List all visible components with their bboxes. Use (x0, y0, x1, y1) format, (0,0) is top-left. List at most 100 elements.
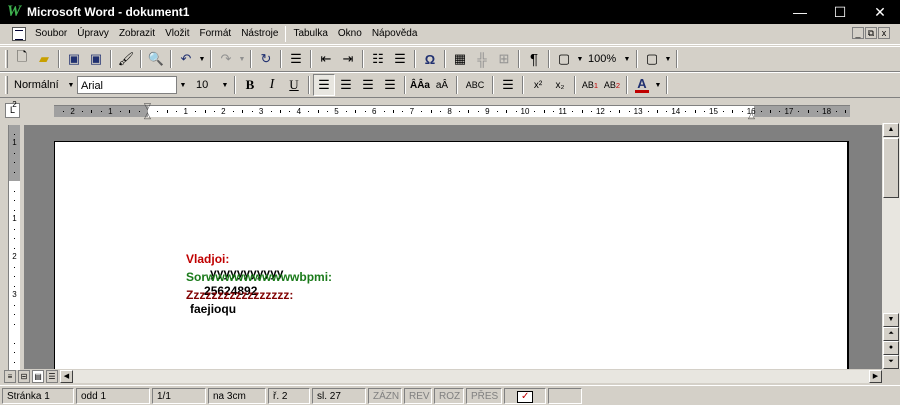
print-layout-icon[interactable]: ▤ (32, 370, 44, 383)
scroll-up-icon[interactable]: ▲ (883, 123, 899, 137)
menu-format[interactable]: Formát (195, 25, 237, 43)
align-center-icon[interactable]: ☰ (335, 74, 357, 96)
shrink-font-icon[interactable]: AB 2 (601, 74, 623, 96)
ruler-tick (100, 111, 102, 112)
menu-tabulka[interactable]: Tabulka (288, 25, 332, 43)
scroll-thumb[interactable] (883, 138, 899, 198)
superscript-icon[interactable]: x² (527, 74, 549, 96)
vertical-scrollbar[interactable]: ▲ ▼ ⏶ ● ⏷ (882, 123, 900, 369)
redo-icon[interactable]: ↷ (215, 48, 237, 70)
redo-dropdown-icon[interactable]: ▼ (237, 56, 247, 63)
insert-symbol-icon[interactable]: Ω (419, 48, 441, 70)
outline-view-icon[interactable]: ☰ (46, 370, 58, 383)
font-value[interactable]: Arial (77, 76, 177, 94)
font-color-icon[interactable]: A (631, 74, 653, 96)
justify-block-icon[interactable]: ☰ (285, 48, 307, 70)
undo-dropdown-icon[interactable]: ▼ (197, 56, 207, 63)
style-dropdown-icon[interactable]: ▼ (65, 82, 77, 89)
italic-button[interactable]: I (261, 74, 283, 96)
document-area[interactable]: Vladjoi: yyyyyyyyyyy Sorwwwwwwwwwwbpmi: … (24, 125, 882, 369)
scroll-down-icon[interactable]: ▼ (883, 313, 899, 327)
scroll-left-icon[interactable]: ◀ (60, 370, 73, 383)
horizontal-ruler[interactable]: 2 1 1 2 3 4 5 6 7 8 9 10 11 12 13 14 15 16 17 18 (54, 105, 850, 117)
table-borders-icon[interactable]: ▢ (641, 48, 663, 70)
menu-upravy[interactable]: Úpravy (72, 25, 114, 43)
bold-button[interactable]: B (239, 74, 261, 96)
menu-nastroje[interactable]: Nástroje (236, 25, 283, 43)
toolbar-grip[interactable] (5, 50, 8, 68)
save-as-icon[interactable]: ▣ (85, 48, 107, 70)
size-select[interactable]: 10 ▼ (193, 76, 231, 94)
zoom-dropdown-icon[interactable]: ▼ (621, 56, 633, 63)
align-left-icon[interactable]: ☰ (313, 74, 335, 96)
all-caps-icon[interactable]: ABC (461, 74, 489, 96)
right-indent-marker[interactable]: △ (748, 111, 755, 120)
grow-font-icon[interactable]: AB 1 (579, 74, 601, 96)
text-line-3[interactable]: Zzzzzzzzzzzzzzzzz: faejioqu (166, 274, 293, 330)
merge-cells-icon[interactable]: ⊞ (493, 48, 515, 70)
maximize-button[interactable]: ☐ (820, 0, 860, 24)
new-document-icon[interactable]: 🗋 (11, 48, 33, 70)
font-color-dropdown-icon[interactable]: ▼ (653, 82, 663, 89)
browse-object-icon[interactable]: ● (883, 341, 899, 355)
web-layout-icon[interactable]: ⊟ (18, 370, 30, 383)
borders-dropdown-icon[interactable]: ▼ (575, 56, 585, 63)
document-icon[interactable] (12, 27, 26, 41)
font-select[interactable]: Arial ▼ (77, 76, 189, 94)
menu-zobrazit[interactable]: Zobrazit (114, 25, 160, 43)
bulleted-list-icon[interactable]: ☰ (389, 48, 411, 70)
numbered-list-icon[interactable]: ☷ (367, 48, 389, 70)
minimize-button[interactable]: — (780, 0, 820, 24)
zoom-select[interactable]: 100% ▼ (585, 50, 633, 68)
status-revisions[interactable]: REV (404, 387, 432, 404)
horizontal-scrollbar[interactable]: ◀ ▶ (60, 370, 882, 383)
insert-table-icon[interactable]: ▦ (449, 48, 471, 70)
hanging-indent-marker[interactable]: △ (144, 111, 151, 120)
spelling-status[interactable] (504, 387, 546, 404)
close-button[interactable]: ✕ (860, 0, 900, 24)
format-painter-icon[interactable]: 🖌 (115, 48, 137, 70)
align-justify-icon[interactable]: ☰ (379, 74, 401, 96)
refresh-icon[interactable]: ↻ (255, 48, 277, 70)
word-app-icon[interactable]: W (5, 3, 23, 21)
show-formatting-icon[interactable]: ¶ (523, 48, 545, 70)
size-dropdown-icon[interactable]: ▼ (219, 82, 231, 89)
vruler-tick-label: 2 (12, 252, 17, 261)
menu-vlozit[interactable]: Vložit (160, 25, 194, 43)
font-dropdown-icon[interactable]: ▼ (177, 82, 189, 89)
next-page-icon[interactable]: ⏷ (883, 355, 899, 369)
underline-button[interactable]: U (283, 74, 305, 96)
split-cells-icon[interactable]: ╬ (471, 48, 493, 70)
style-select[interactable]: Normální ▼ (11, 76, 77, 94)
table-borders-dropdown-icon[interactable]: ▼ (663, 56, 673, 63)
menu-okno[interactable]: Okno (333, 25, 367, 43)
menu-soubor[interactable]: Soubor (30, 25, 72, 43)
toolbar-grip[interactable] (5, 76, 8, 94)
small-caps-icon[interactable]: ÂÂa (409, 74, 431, 96)
status-overtype[interactable]: PŘES (466, 387, 502, 404)
prev-page-icon[interactable]: ⏶ (883, 327, 899, 341)
vertical-ruler[interactable]: 2 1 1 2 3 (8, 101, 20, 370)
menu-napoveda[interactable]: Nápověda (367, 25, 423, 43)
change-case-icon[interactable]: aÂ (431, 74, 453, 96)
doc-restore-button[interactable]: ⧉ (865, 27, 877, 39)
status-record[interactable]: ZÁZN (368, 387, 402, 404)
document-page[interactable]: Vladjoi: yyyyyyyyyyy Sorwwwwwwwwwwbpmi: … (54, 141, 849, 369)
decrease-indent-icon[interactable]: ⇤ (315, 48, 337, 70)
borders-icon[interactable]: ▢ (553, 48, 575, 70)
open-folder-icon[interactable]: ▰ (33, 48, 55, 70)
print-preview-icon[interactable]: 🔍 (145, 48, 167, 70)
doc-close-button[interactable]: x (878, 27, 890, 39)
doc-minimize-button[interactable]: _ (852, 27, 864, 39)
scroll-right-icon[interactable]: ▶ (869, 370, 882, 383)
normal-view-icon[interactable]: ≡ (4, 370, 16, 383)
save-icon[interactable]: ▣ (63, 48, 85, 70)
ruler-tick (63, 111, 65, 112)
line-spacing-icon[interactable]: ☰ (497, 74, 519, 96)
align-right-icon[interactable]: ☰ (357, 74, 379, 96)
subscript-icon[interactable]: x₂ (549, 74, 571, 96)
increase-indent-icon[interactable]: ⇥ (337, 48, 359, 70)
undo-icon[interactable]: ↶ (175, 48, 197, 70)
vruler-tick (14, 266, 15, 268)
status-extend[interactable]: ROZ (434, 387, 464, 404)
